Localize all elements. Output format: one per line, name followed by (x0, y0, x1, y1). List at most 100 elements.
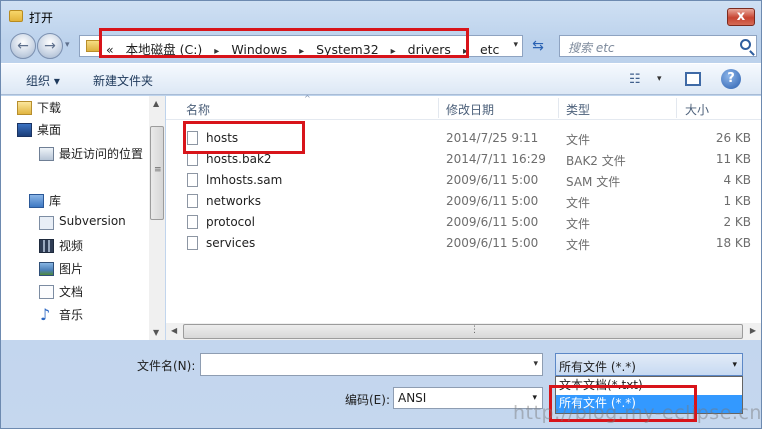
file-type: 文件 (566, 196, 591, 210)
table-row[interactable]: networks 2009/6/11 5:00 文件 1 KB (166, 191, 761, 212)
sidebar-item-label: 视频 (59, 239, 84, 253)
grip-icon: ⋮ (470, 325, 479, 335)
scrollbar-thumb[interactable]: ≡ (150, 126, 164, 220)
file-name: hosts (206, 131, 239, 145)
sidebar-item-pictures[interactable]: 图片 (39, 260, 83, 280)
chevron-right-icon[interactable]: ▸ (391, 46, 396, 57)
forward-button[interactable]: → (37, 33, 63, 59)
sidebar-item-label: Subversion (59, 214, 126, 228)
chevron-down-icon[interactable]: ▾ (732, 360, 737, 370)
file-type: SAM 文件 (566, 175, 621, 189)
sidebar-item-desktop[interactable]: 桌面 (17, 121, 61, 141)
chevron-right-icon[interactable]: ▸ (214, 46, 219, 57)
breadcrumb-item-c-drive[interactable]: 本地磁盘 (C:) (126, 42, 203, 57)
history-dropdown-icon[interactable]: ▾ (65, 40, 70, 50)
chevron-right-icon[interactable]: ▸ (299, 46, 304, 57)
file-date: 2009/6/11 5:00 (446, 194, 539, 208)
scroll-up-icon[interactable]: ▲ (153, 99, 159, 108)
search-input[interactable]: 搜索 etc (559, 35, 757, 57)
filename-field[interactable]: ▾ (200, 353, 543, 376)
file-size: 2 KB (723, 215, 751, 229)
column-divider[interactable] (676, 98, 677, 118)
back-button[interactable]: ← (10, 33, 36, 59)
grip-icon: ≡ (154, 165, 162, 175)
column-date-modified[interactable]: 修改日期 (446, 101, 494, 118)
watermark-text: http://blog.my-eclipse.cn/ (513, 402, 762, 424)
pictures-icon (39, 262, 54, 276)
sidebar-item-label: 库 (49, 194, 62, 208)
column-size[interactable]: 大小 (685, 101, 709, 118)
file-icon (187, 215, 198, 229)
sidebar-item-music[interactable]: 音乐 (40, 305, 83, 326)
table-row[interactable]: protocol 2009/6/11 5:00 文件 2 KB (166, 212, 761, 233)
file-size: 18 KB (715, 236, 751, 250)
file-date: 2014/7/25 9:11 (446, 131, 539, 145)
sidebar-item-videos[interactable]: 视频 (39, 237, 84, 257)
search-icon[interactable] (740, 39, 751, 50)
close-button[interactable]: x (727, 8, 755, 26)
encoding-label: 编码(E): (345, 393, 390, 407)
column-divider[interactable] (558, 98, 559, 118)
table-row[interactable]: hosts.bak2 2014/7/11 16:29 BAK2 文件 11 KB (166, 149, 761, 170)
sidebar-item-downloads[interactable]: 下载 (17, 99, 61, 119)
address-dropdown-icon[interactable]: ▾ (513, 40, 518, 50)
sort-ascending-icon: ^ (304, 94, 311, 103)
file-name: services (206, 236, 256, 250)
scroll-down-icon[interactable]: ▼ (153, 328, 159, 337)
breadcrumb-overflow[interactable]: « (106, 42, 114, 57)
breadcrumb-item-drivers[interactable]: drivers (408, 42, 451, 57)
file-name: networks (206, 194, 261, 208)
view-dropdown-icon[interactable]: ▾ (657, 74, 662, 84)
toolbar: 组织 ▾ 新建文件夹 ☷ ▾ ? (1, 63, 761, 95)
table-row[interactable]: lmhosts.sam 2009/6/11 5:00 SAM 文件 4 KB (166, 170, 761, 191)
help-icon[interactable]: ? (721, 69, 741, 89)
sidebar-item-label: 最近访问的位置 (59, 147, 144, 161)
scroll-right-icon[interactable]: ▶ (750, 326, 756, 335)
sidebar-item-subversion[interactable]: Subversion (39, 214, 126, 234)
dropdown-option-text-file[interactable]: 文本文档(*.txt) (556, 377, 742, 395)
file-type-select[interactable]: 所有文件 (*.*) ▾ (555, 353, 743, 376)
file-name: protocol (206, 215, 255, 229)
breadcrumb-item-windows[interactable]: Windows (231, 42, 287, 57)
file-icon (187, 173, 198, 187)
file-date: 2014/7/11 16:29 (446, 152, 546, 166)
preview-pane-icon[interactable] (685, 72, 701, 86)
folder-icon (9, 10, 23, 22)
scroll-left-icon[interactable]: ◀ (171, 326, 177, 335)
sidebar-item-documents[interactable]: 文档 (39, 283, 83, 303)
table-row[interactable]: services 2009/6/11 5:00 文件 18 KB (166, 233, 761, 254)
refresh-icon[interactable]: ⇆ (526, 35, 550, 57)
column-divider[interactable] (438, 98, 439, 118)
sidebar-item-recent-places[interactable]: 最近访问的位置 (39, 145, 144, 165)
scrollbar-thumb[interactable]: ⋮ (183, 324, 743, 339)
file-type: 文件 (566, 133, 591, 147)
file-size: 1 KB (723, 194, 751, 208)
music-icon (39, 305, 54, 324)
breadcrumb: « 本地磁盘 (C:) ▸ Windows ▸ System32 ▸ drive… (106, 39, 507, 58)
file-date: 2009/6/11 5:00 (446, 173, 539, 187)
filename-label: 文件名(N): (137, 359, 196, 373)
table-row[interactable]: hosts 2014/7/25 9:11 文件 26 KB (166, 128, 761, 149)
file-options-area: 文件名(N): ▾ 所有文件 (*.*) ▾ 编码(E): ANSI ▾ 文本文… (1, 340, 762, 428)
address-bar[interactable]: « 本地磁盘 (C:) ▸ Windows ▸ System32 ▸ drive… (79, 35, 523, 57)
column-type[interactable]: 类型 (566, 101, 590, 118)
file-size: 11 KB (715, 152, 751, 166)
breadcrumb-item-etc[interactable]: etc (480, 42, 499, 57)
column-name[interactable]: 名称 (186, 101, 210, 118)
breadcrumb-item-system32[interactable]: System32 (316, 42, 379, 57)
organize-button[interactable]: 组织 ▾ (26, 72, 60, 89)
window-title: 打开 (29, 11, 54, 25)
folder-icon (86, 40, 100, 52)
subversion-icon (39, 216, 54, 230)
file-icon (187, 194, 198, 208)
new-folder-button[interactable]: 新建文件夹 (93, 72, 153, 89)
chevron-right-icon[interactable]: ▸ (463, 46, 468, 57)
sidebar-item-library[interactable]: 库 (29, 192, 62, 212)
nav-pane-scrollbar[interactable]: ▲ ≡ ▼ (149, 96, 165, 340)
chevron-down-icon[interactable]: ▾ (533, 359, 538, 369)
view-options-icon[interactable]: ☷ (629, 72, 641, 87)
title-bar: 打开 x (1, 1, 761, 31)
horizontal-scrollbar[interactable]: ◀ ⋮ ▶ (166, 323, 761, 340)
file-list: ^ 名称 修改日期 类型 大小 hosts 2014/7/25 9:11 文件 … (166, 94, 761, 340)
navigation-bar: ← → ▾ « 本地磁盘 (C:) ▸ Windows ▸ System32 ▸… (1, 31, 761, 61)
